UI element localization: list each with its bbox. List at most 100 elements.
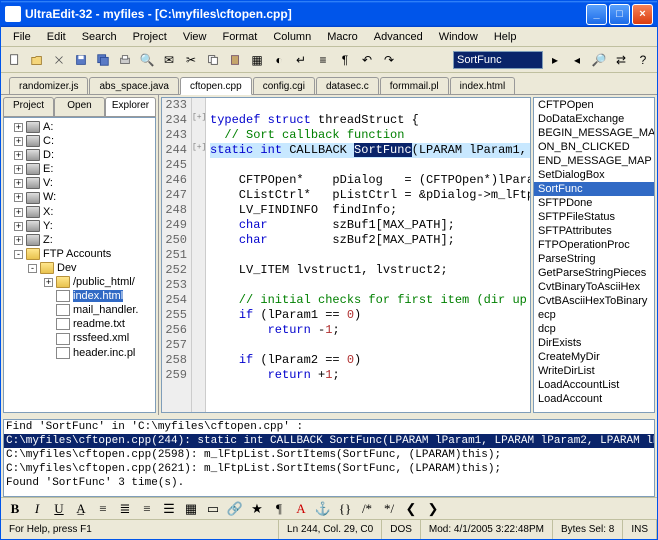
text-color-icon[interactable]: A (291, 500, 311, 518)
code-brace-icon[interactable]: {} (335, 500, 355, 518)
tree-drive[interactable]: W: (6, 190, 153, 204)
tree-item[interactable]: header.inc.pl (6, 346, 153, 360)
line-numbers-icon[interactable]: ≡ (313, 50, 333, 70)
paste-icon[interactable] (225, 50, 245, 70)
tree-ftp-root[interactable]: FTP Accounts (6, 247, 153, 261)
star-icon[interactable]: ★ (247, 500, 267, 518)
symbol-item[interactable]: END_MESSAGE_MAP (534, 154, 654, 168)
copy-icon[interactable] (203, 50, 223, 70)
open-file-icon[interactable] (27, 50, 47, 70)
symbol-item[interactable]: SetDialogBox (534, 168, 654, 182)
align-right-icon[interactable]: ≡ (137, 500, 157, 518)
cut-icon[interactable]: ✂ (181, 50, 201, 70)
symbol-item[interactable]: WriteDirList (534, 364, 654, 378)
find-down-icon[interactable]: ▸ (545, 50, 565, 70)
symbol-item[interactable]: CFTPOpen (534, 98, 654, 112)
code-area[interactable]: typedef struct threadStruct { // Sort ca… (206, 98, 530, 412)
symbol-item[interactable]: GetParseStringPieces (534, 266, 654, 280)
symbol-item[interactable]: DoDataExchange (534, 112, 654, 126)
paragraph-icon[interactable]: ¶ (269, 500, 289, 518)
explorer-tree[interactable]: A:C:D:E:V:W:X:Y:Z:FTP AccountsDev/public… (3, 117, 156, 413)
column-icon[interactable]: ▦ (247, 50, 267, 70)
underline-button[interactable]: U (49, 500, 69, 518)
find-result-line[interactable]: Find 'SortFunc' in 'C:\myfiles\cftopen.c… (4, 420, 654, 434)
toggle-icon[interactable]: ◐ (269, 50, 289, 70)
close-file-icon[interactable] (49, 50, 69, 70)
find-result-line[interactable]: C:\myfiles\cftopen.cpp(244): static int … (4, 434, 654, 448)
word-wrap-icon[interactable]: ↵ (291, 50, 311, 70)
file-tab[interactable]: config.cgi (253, 77, 315, 94)
menu-project[interactable]: Project (125, 29, 175, 45)
image-icon[interactable]: ▭ (203, 500, 223, 518)
tree-drive[interactable]: Y: (6, 219, 153, 233)
tree-drive[interactable]: V: (6, 176, 153, 190)
menu-advanced[interactable]: Advanced (366, 29, 431, 45)
menu-search[interactable]: Search (74, 29, 125, 45)
find-result-line[interactable]: C:\myfiles\cftopen.cpp(2598): m_lFtpList… (4, 448, 654, 462)
symbol-item[interactable]: SFTPAttributes (534, 224, 654, 238)
symbol-item[interactable]: BEGIN_MESSAGE_MAP (534, 126, 654, 140)
file-tab[interactable]: formmail.pl (380, 77, 449, 94)
new-file-icon[interactable] (5, 50, 25, 70)
symbol-list[interactable]: CFTPOpenDoDataExchangeBEGIN_MESSAGE_MAPO… (533, 97, 655, 413)
menu-macro[interactable]: Macro (319, 29, 366, 45)
find-dialog-icon[interactable]: 🔎 (589, 50, 609, 70)
symbol-item[interactable]: DirExists (534, 336, 654, 350)
menu-help[interactable]: Help (486, 29, 525, 45)
symbol-item[interactable]: LoadAccount (534, 392, 654, 406)
tree-drive[interactable]: X: (6, 205, 153, 219)
symbol-item[interactable]: dcp (534, 322, 654, 336)
tree-item[interactable]: index.html (6, 289, 153, 303)
tree-drive[interactable]: Z: (6, 233, 153, 247)
italic-button[interactable]: I (27, 500, 47, 518)
tree-item[interactable]: readme.txt (6, 317, 153, 331)
panel-tab-open[interactable]: Open (54, 97, 105, 116)
anchor-icon[interactable]: ⚓ (313, 500, 333, 518)
help-icon[interactable]: ? (633, 50, 653, 70)
code-editor[interactable]: 2332342432442452462472482492502512522532… (161, 97, 531, 413)
list-icon[interactable]: ☰ (159, 500, 179, 518)
uncomment-icon[interactable]: */ (379, 500, 399, 518)
file-tab[interactable]: index.html (450, 77, 516, 94)
block-end-icon[interactable]: ❯ (423, 500, 443, 518)
file-tab[interactable]: randomizer.js (9, 77, 88, 94)
maximize-button[interactable]: □ (609, 4, 630, 25)
tree-drive[interactable]: E: (6, 162, 153, 176)
symbol-item[interactable]: ON_BN_CLICKED (534, 140, 654, 154)
symbol-item[interactable]: SFTPFileStatus (534, 210, 654, 224)
replace-icon[interactable]: ⇄ (611, 50, 631, 70)
redo-icon[interactable]: ↷ (379, 50, 399, 70)
symbol-item[interactable]: CvtBinaryToAsciiHex (534, 280, 654, 294)
print-preview-icon[interactable]: 🔍 (137, 50, 157, 70)
panel-tab-explorer[interactable]: Explorer (105, 97, 156, 116)
menu-file[interactable]: File (5, 29, 39, 45)
symbol-item[interactable]: CreateMyDir (534, 350, 654, 364)
find-results[interactable]: Find 'SortFunc' in 'C:\myfiles\cftopen.c… (3, 419, 655, 497)
find-result-line[interactable]: Found 'SortFunc' 3 time(s). (4, 476, 654, 490)
minimize-button[interactable]: _ (586, 4, 607, 25)
menu-window[interactable]: Window (431, 29, 486, 45)
bold-button[interactable]: B (5, 500, 25, 518)
find-up-icon[interactable]: ◂ (567, 50, 587, 70)
file-tab[interactable]: datasec.c (316, 77, 379, 94)
menu-format[interactable]: Format (214, 29, 265, 45)
menu-edit[interactable]: Edit (39, 29, 74, 45)
menu-view[interactable]: View (175, 29, 215, 45)
symbol-item[interactable]: SortFunc (534, 182, 654, 196)
fold-column[interactable]: [+][+] (192, 98, 206, 412)
table-icon[interactable]: ▦ (181, 500, 201, 518)
tree-drive[interactable]: A: (6, 120, 153, 134)
tree-item[interactable]: rssfeed.xml (6, 331, 153, 345)
spaces-icon[interactable]: ¶ (335, 50, 355, 70)
save-all-icon[interactable] (93, 50, 113, 70)
block-start-icon[interactable]: ❮ (401, 500, 421, 518)
symbol-item[interactable]: FTPOperationProc (534, 238, 654, 252)
save-icon[interactable] (71, 50, 91, 70)
close-button[interactable]: × (632, 4, 653, 25)
font-icon[interactable]: A̲ (71, 500, 91, 518)
mail-icon[interactable]: ✉ (159, 50, 179, 70)
titlebar[interactable]: UltraEdit-32 - myfiles - [C:\myfiles\cft… (1, 1, 657, 27)
tree-drive[interactable]: D: (6, 148, 153, 162)
link-icon[interactable]: 🔗 (225, 500, 245, 518)
align-center-icon[interactable]: ≣ (115, 500, 135, 518)
